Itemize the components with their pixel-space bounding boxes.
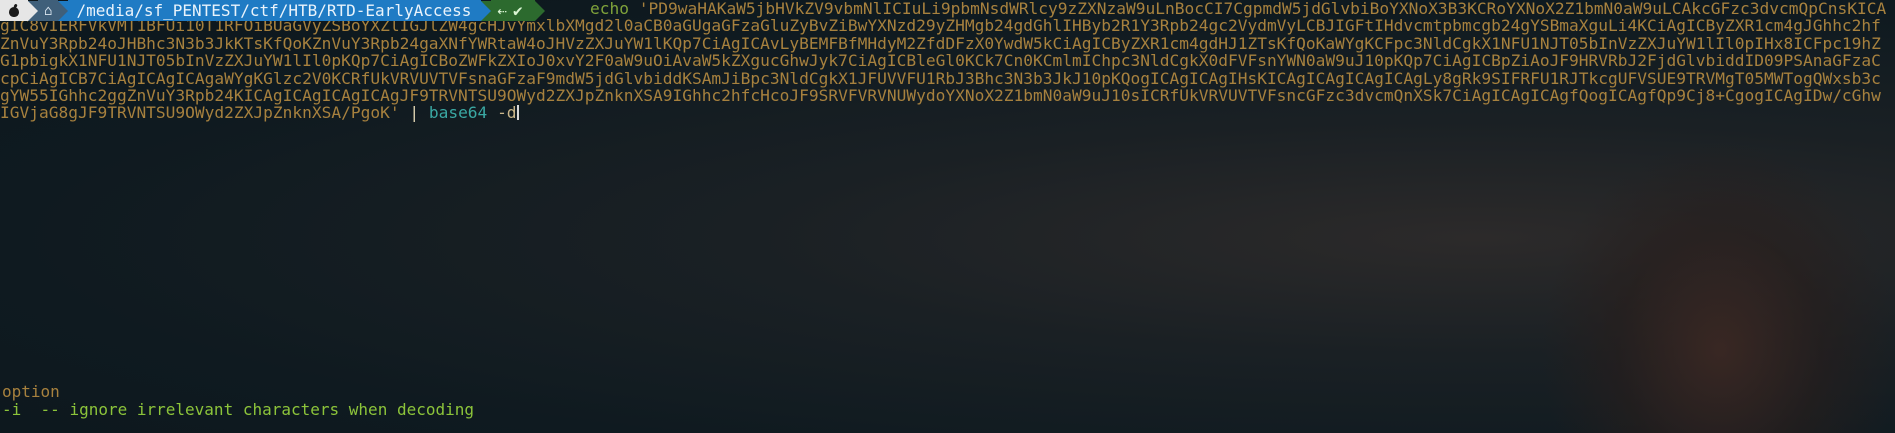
text-cursor xyxy=(516,105,519,121)
home-icon: ⌂ xyxy=(44,2,53,19)
prompt-git-segment: ⇠ ✔ xyxy=(491,0,535,21)
prompt-path: /media/sf_PENTEST/ctf/HTB/RTD-EarlyAcces… xyxy=(68,0,482,21)
decode-flag: -d xyxy=(497,103,517,123)
base64-command: base64 xyxy=(428,103,488,123)
prompt-separator xyxy=(28,0,38,21)
apple-icon xyxy=(8,4,20,17)
completion-header: option xyxy=(2,382,60,401)
echo-command: echo xyxy=(590,0,629,18)
pipe-symbol: | xyxy=(409,103,420,123)
completion-item[interactable]: -i -- ignore irrelevant characters when … xyxy=(2,400,474,419)
prompt-home-segment: ⌂ xyxy=(38,0,59,21)
git-clean-check-icon: ✔ xyxy=(513,1,523,20)
prompt-separator xyxy=(534,0,545,21)
prompt-os-segment xyxy=(0,0,28,21)
hooded-figure-wallpaper xyxy=(1540,140,1895,433)
shell-prompt: ⌂ /media/sf_PENTEST/ctf/HTB/RTD-EarlyAcc… xyxy=(0,0,545,21)
completion-description: ignore irrelevant characters when decodi… xyxy=(69,400,475,419)
prompt-separator xyxy=(58,0,69,21)
prompt-separator xyxy=(481,0,492,21)
completion-separator: -- xyxy=(40,400,60,419)
git-branch-icon: ⇠ xyxy=(497,1,508,20)
terminal-window[interactable]: echo 'PD9waHAKaW5jbHVkZV9vbmNlICIuLi9pbm… xyxy=(0,0,1895,433)
completion-flag: -i xyxy=(2,400,22,419)
